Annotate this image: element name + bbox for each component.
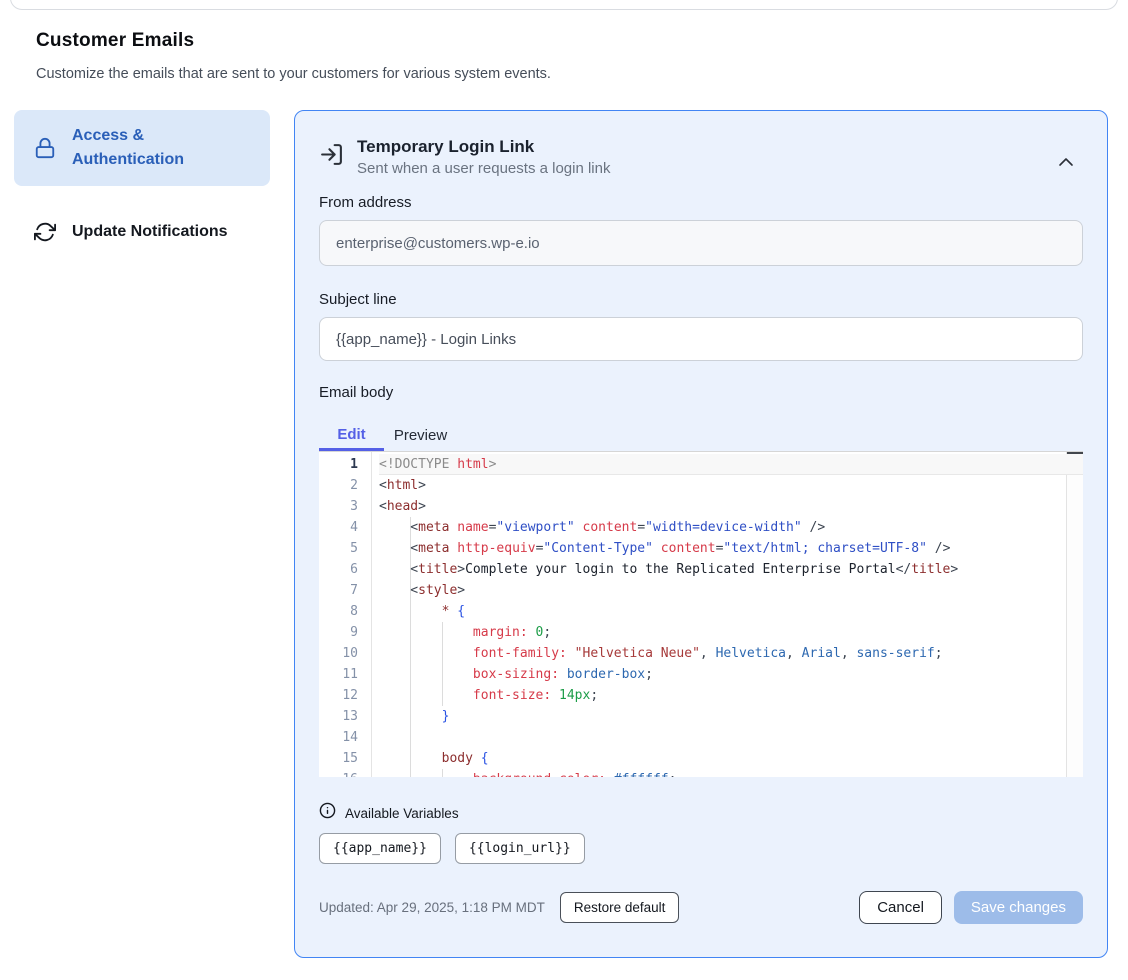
variable-chip-app_name[interactable]: {{app_name}}: [319, 833, 441, 864]
panel-heading-text: Temporary Login Link Sent when a user re…: [357, 137, 610, 177]
line-number: 11: [319, 664, 358, 685]
code-line-12[interactable]: font-size: 14px;: [379, 685, 1083, 706]
sidebar-item-label: Access & Authentication: [72, 124, 258, 172]
code-line-5[interactable]: <meta http-equiv="Content-Type" content=…: [379, 538, 1083, 559]
from-address-input[interactable]: [319, 220, 1083, 266]
panel-title: Temporary Login Link: [357, 137, 610, 157]
footer-actions: Cancel Save changes: [859, 891, 1083, 924]
page-title: Customer Emails: [36, 30, 1092, 52]
page-subtitle: Customize the emails that are sent to yo…: [36, 66, 1092, 82]
tab-preview[interactable]: Preview: [388, 413, 453, 451]
subject-line-label: Subject line: [319, 291, 1083, 308]
code-line-1[interactable]: <!DOCTYPE html>: [379, 454, 1083, 475]
panel-subtitle: Sent when a user requests a login link: [357, 160, 610, 177]
line-number: 2: [319, 475, 358, 496]
line-number: 16: [319, 769, 358, 777]
line-number: 5: [319, 538, 358, 559]
info-icon: [319, 802, 336, 824]
log-in-icon: [319, 142, 344, 172]
code-line-15[interactable]: body {: [379, 748, 1083, 769]
panel-header: Temporary Login Link Sent when a user re…: [319, 137, 1083, 177]
editor-code-area[interactable]: <!DOCTYPE html><html><head> <meta name="…: [372, 452, 1083, 777]
sidebar-item-access-authentication[interactable]: Access & Authentication: [14, 110, 270, 186]
line-number: 7: [319, 580, 358, 601]
tab-edit[interactable]: Edit: [319, 413, 384, 451]
available-variables-label: Available Variables: [345, 806, 459, 821]
email-body-tabs: EditPreview: [319, 413, 1083, 451]
variable-chip-login_url[interactable]: {{login_url}}: [455, 833, 585, 864]
refresh-icon: [34, 221, 56, 243]
email-body-label: Email body: [319, 384, 1083, 401]
line-number: 6: [319, 559, 358, 580]
lock-icon: [34, 137, 56, 159]
line-number: 3: [319, 496, 358, 517]
code-line-3[interactable]: <head>: [379, 496, 1083, 517]
collapse-section-button[interactable]: [1053, 151, 1079, 176]
editor-line-numbers: 12345678910111213141516: [319, 452, 372, 777]
code-line-7[interactable]: <style>: [379, 580, 1083, 601]
updated-timestamp: Updated: Apr 29, 2025, 1:18 PM MDT: [319, 900, 545, 915]
line-number: 12: [319, 685, 358, 706]
sidebar-item-label: Update Notifications: [72, 220, 228, 244]
line-number: 8: [319, 601, 358, 622]
line-number: 9: [319, 622, 358, 643]
variable-chips: {{app_name}} {{login_url}}: [319, 833, 1083, 864]
line-number: 10: [319, 643, 358, 664]
restore-default-button[interactable]: Restore default: [560, 892, 680, 923]
line-number: 14: [319, 727, 358, 748]
available-variables-row: Available Variables: [319, 802, 1083, 824]
code-line-9[interactable]: margin: 0;: [379, 622, 1083, 643]
save-changes-button[interactable]: Save changes: [954, 891, 1083, 924]
chevron-up-icon: [1057, 155, 1075, 172]
code-line-10[interactable]: font-family: "Helvetica Neue", Helvetica…: [379, 643, 1083, 664]
previous-card-bottom-edge: [10, 0, 1118, 10]
code-line-16[interactable]: background-color: #ffffff;: [379, 769, 1083, 777]
code-line-6[interactable]: <title>Complete your login to the Replic…: [379, 559, 1083, 580]
page-header: Customer Emails Customize the emails tha…: [0, 0, 1128, 82]
line-number: 13: [319, 706, 358, 727]
sidebar-item-update-notifications[interactable]: Update Notifications: [14, 206, 270, 258]
line-number: 4: [319, 517, 358, 538]
line-number: 1: [319, 454, 358, 475]
subject-line-input[interactable]: [319, 317, 1083, 361]
sidebar: Access & Authentication Update Notificati…: [14, 110, 270, 258]
code-line-4[interactable]: <meta name="viewport" content="width=dev…: [379, 517, 1083, 538]
panel-footer: Updated: Apr 29, 2025, 1:18 PM MDT Resto…: [319, 891, 1083, 924]
code-editor[interactable]: 12345678910111213141516 <!DOCTYPE html><…: [319, 451, 1083, 777]
code-line-2[interactable]: <html>: [379, 475, 1083, 496]
code-line-8[interactable]: * {: [379, 601, 1083, 622]
from-address-label: From address: [319, 194, 1083, 211]
code-line-11[interactable]: box-sizing: border-box;: [379, 664, 1083, 685]
cancel-button[interactable]: Cancel: [859, 891, 942, 924]
line-number: 15: [319, 748, 358, 769]
email-template-panel: Temporary Login Link Sent when a user re…: [294, 110, 1108, 958]
code-line-14[interactable]: [379, 727, 1083, 748]
code-line-13[interactable]: }: [379, 706, 1083, 727]
